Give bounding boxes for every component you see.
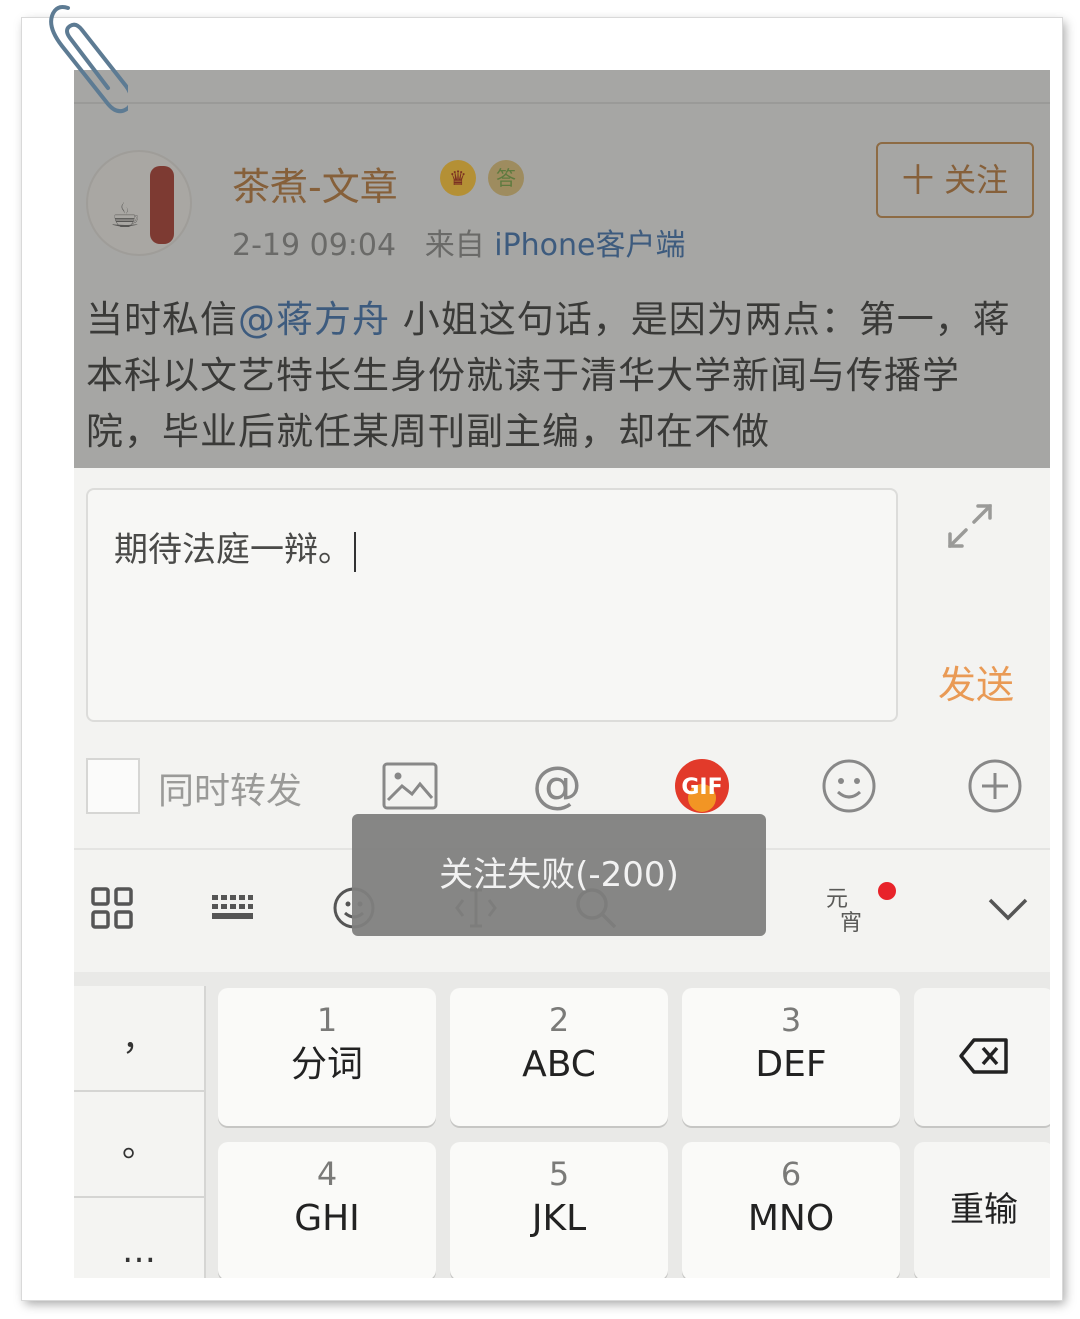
key-1[interactable]: 1 分词 [218,988,436,1126]
key-number: 1 [316,1001,338,1039]
svg-text:GIF: GIF [681,775,722,800]
key-number: 3 [780,1001,802,1039]
key-number: 6 [780,1155,802,1193]
comment-input-text: 期待法庭一辩。 [114,522,356,572]
post-username[interactable]: 茶煮-文章 [232,156,398,211]
key-label: 分词 [290,1044,363,1085]
repost-checkbox[interactable] [86,758,140,814]
comment-input-value: 期待法庭一辩。 [114,530,352,570]
phone-screen: ☕ 茶煮-文章 ♛ 答 2-19 09:04 来自 iPhone客户端 十 关注… [74,70,1050,1278]
key-3[interactable]: 3 DEF [682,988,900,1126]
photo-frame: ☕ 茶煮-文章 ♛ 答 2-19 09:04 来自 iPhone客户端 十 关注… [22,18,1062,1300]
key-6[interactable]: 6 MNO [682,1142,900,1278]
text-caret [354,531,356,572]
key-2[interactable]: 2 ABC [450,988,668,1126]
post-text-before: 当时私信 [86,298,238,341]
post-source-prefix: 来自 [424,228,485,263]
backspace-icon [959,1038,1008,1074]
key-label: DEF [755,1044,827,1085]
tea-cup-icon: ☕ [110,196,141,236]
answer-badge-icon: 答 [488,160,524,196]
keyboard-icon[interactable] [210,886,254,930]
reenter-label: 重输 [950,1190,1018,1230]
punctuation-key[interactable]: ， [74,986,204,1092]
post-meta: 2-19 09:04 来自 iPhone客户端 [232,220,686,264]
post-time: 2-19 09:04 [232,228,397,263]
key-5[interactable]: 5 JKL [450,1142,668,1278]
image-icon[interactable] [382,758,438,814]
yuanxiao-top: 元 [826,887,849,912]
crown-icon: ♛ [440,160,476,196]
repost-label[interactable]: 同时转发 [158,762,302,814]
mention-link[interactable]: @蒋方舟 [238,298,390,341]
plus-icon[interactable] [967,758,1023,814]
punctuation-column: ， 。 … [74,986,206,1278]
key-label: ABC [522,1044,596,1085]
svg-text:@: @ [532,758,582,814]
punctuation-key[interactable]: … [74,1198,204,1278]
notification-dot [878,882,896,900]
avatar[interactable]: ☕ [86,150,192,256]
comment-input[interactable]: 期待法庭一辩。 [86,488,898,722]
key-label: GHI [294,1198,360,1239]
key-label: MNO [747,1198,835,1239]
send-button[interactable]: 发送 [938,654,1014,709]
seal-icon [150,166,174,244]
post-text: 当时私信@蒋方舟 小姐这句话，是因为两点：第一，蒋本科以文艺特长生身份就读于清华… [86,292,1016,460]
grid-icon[interactable] [90,886,134,930]
gif-icon[interactable]: GIF [674,758,730,814]
key-number: 5 [548,1155,570,1193]
toast-message: 关注失败(-200) [352,814,766,936]
key-number: 4 [316,1155,338,1193]
t9-keyboard: ， 。 … 1 分词 2 ABC 3 DEF 4 GHI 5 JKL 6 MNO… [74,972,1050,1278]
collapse-icon[interactable] [986,886,1030,930]
key-label: JKL [531,1198,587,1239]
expand-icon[interactable] [946,502,994,550]
yuanxiao-bottom: 宵 [840,911,863,936]
divider [74,102,1050,104]
reenter-key[interactable]: 重输 [914,1142,1050,1278]
at-icon[interactable]: @ [529,758,585,814]
emoji-icon[interactable] [821,758,877,814]
post-source[interactable]: iPhone客户端 [494,228,685,263]
comment-composer: 期待法庭一辩。 发送 同时转发 @ GIF [74,468,1050,848]
backspace-key[interactable] [914,988,1050,1126]
punctuation-key[interactable]: 。 [74,1092,204,1198]
key-4[interactable]: 4 GHI [218,1142,436,1278]
yuanxiao-icon[interactable]: 元 宵 [826,888,862,936]
key-number: 2 [548,1001,570,1039]
follow-button[interactable]: 十 关注 [876,142,1034,218]
paper-clip-icon [49,5,128,114]
weibo-post: ☕ 茶煮-文章 ♛ 答 2-19 09:04 来自 iPhone客户端 十 关注… [74,70,1050,468]
